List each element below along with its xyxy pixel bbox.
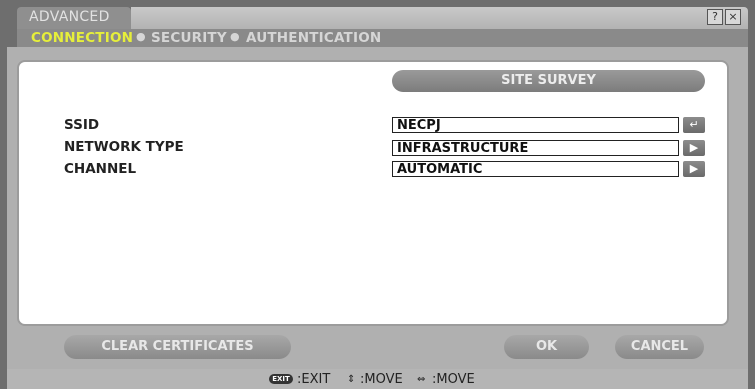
- network-type-label: NETWORK TYPE: [64, 139, 184, 155]
- enter-icon: ↵: [689, 118, 699, 131]
- tab-connection[interactable]: CONNECTION: [31, 30, 133, 46]
- footer-hints: EXIT :EXIT ⇕ :MOVE ⇔ :MOVE: [7, 369, 748, 389]
- exit-hint: :EXIT: [297, 372, 331, 387]
- channel-label: CHANNEL: [64, 161, 137, 177]
- title-bar-fill: [131, 7, 748, 29]
- ok-button[interactable]: OK: [504, 335, 589, 359]
- advanced-dialog: ? × ADVANCED CONNECTION ● SECURITY ● AUT…: [0, 0, 755, 389]
- tab-authentication[interactable]: AUTHENTICATION: [246, 30, 381, 46]
- tab-security[interactable]: SECURITY: [151, 30, 227, 46]
- ssid-field[interactable]: NECPJ: [392, 117, 679, 133]
- nav-separator-dot: ●: [136, 30, 146, 43]
- help-button[interactable]: ?: [707, 9, 723, 25]
- advanced-tab: ADVANCED: [17, 7, 131, 29]
- help-icon: ?: [712, 10, 718, 23]
- channel-field[interactable]: AUTOMATIC: [392, 161, 679, 177]
- clear-certificates-button[interactable]: CLEAR CERTIFICATES: [64, 335, 291, 359]
- ssid-label: SSID: [64, 117, 100, 133]
- site-survey-button[interactable]: SITE SURVEY: [392, 70, 705, 92]
- up-down-icon: ⇕: [347, 374, 356, 385]
- arrow-right-icon: ▶: [689, 162, 699, 175]
- exit-key-icon: EXIT: [269, 374, 293, 384]
- close-icon: ×: [728, 10, 738, 23]
- left-right-icon: ⇔: [417, 374, 426, 385]
- arrow-right-icon: ▶: [689, 141, 699, 154]
- nav-separator-dot: ●: [230, 30, 240, 43]
- settings-tabbar: CONNECTION ● SECURITY ● AUTHENTICATION: [17, 29, 748, 47]
- window-title: ADVANCED: [29, 9, 110, 25]
- move-horizontal-hint: :MOVE: [432, 372, 475, 387]
- network-type-arrow-button[interactable]: ▶: [683, 140, 705, 156]
- cancel-button[interactable]: CANCEL: [615, 335, 704, 359]
- channel-arrow-button[interactable]: ▶: [683, 161, 705, 177]
- network-type-field[interactable]: INFRASTRUCTURE: [392, 140, 679, 156]
- connection-panel: [17, 60, 729, 326]
- close-button[interactable]: ×: [725, 9, 741, 25]
- move-vertical-hint: :MOVE: [360, 372, 403, 387]
- ssid-enter-button[interactable]: ↵: [683, 117, 705, 133]
